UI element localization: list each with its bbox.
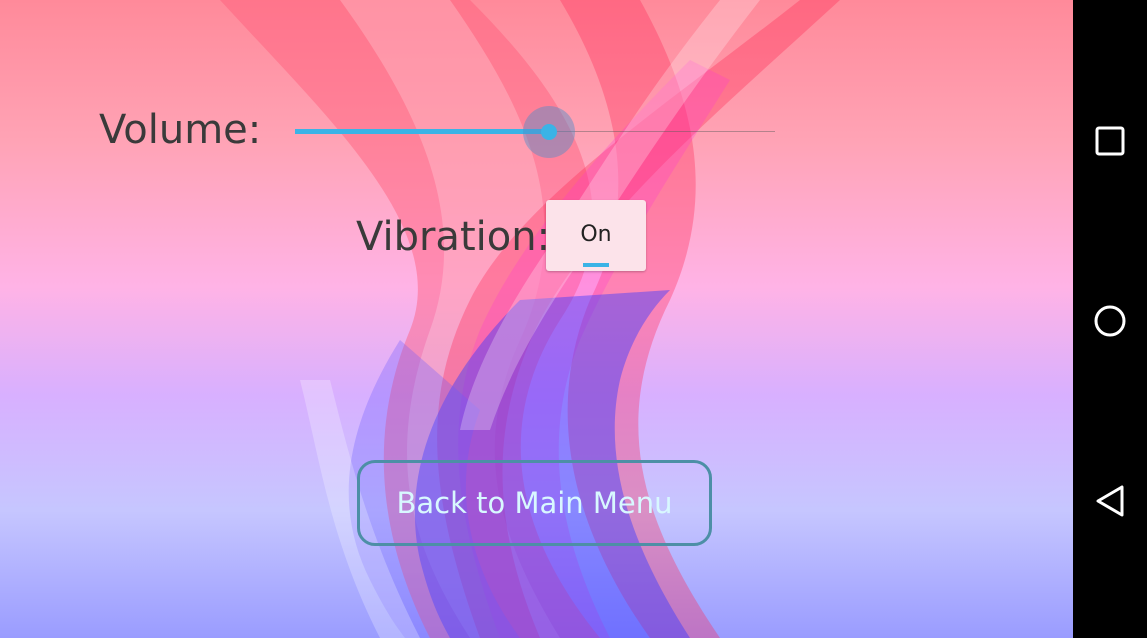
back-button[interactable]	[1073, 464, 1147, 538]
home-circle-icon	[1094, 305, 1126, 337]
home-button[interactable]	[1073, 284, 1147, 358]
overview-button[interactable]	[1073, 104, 1147, 178]
volume-slider[interactable]	[290, 100, 780, 164]
vibration-label: Vibration:	[356, 214, 551, 260]
volume-slider-fill	[295, 129, 550, 134]
vibration-toggle-button[interactable]: On	[546, 200, 646, 271]
settings-screen: Volume: Vibration: On Back to Main Menu	[0, 0, 1073, 638]
system-navigation-bar	[1073, 0, 1147, 638]
back-to-main-menu-button[interactable]: Back to Main Menu	[357, 460, 712, 546]
back-to-main-menu-label: Back to Main Menu	[396, 486, 673, 520]
vibration-toggle-state: On	[580, 222, 612, 247]
toggle-on-indicator	[583, 263, 609, 267]
overview-square-icon	[1095, 126, 1125, 156]
volume-label: Volume:	[99, 107, 262, 153]
back-triangle-icon	[1096, 485, 1124, 517]
